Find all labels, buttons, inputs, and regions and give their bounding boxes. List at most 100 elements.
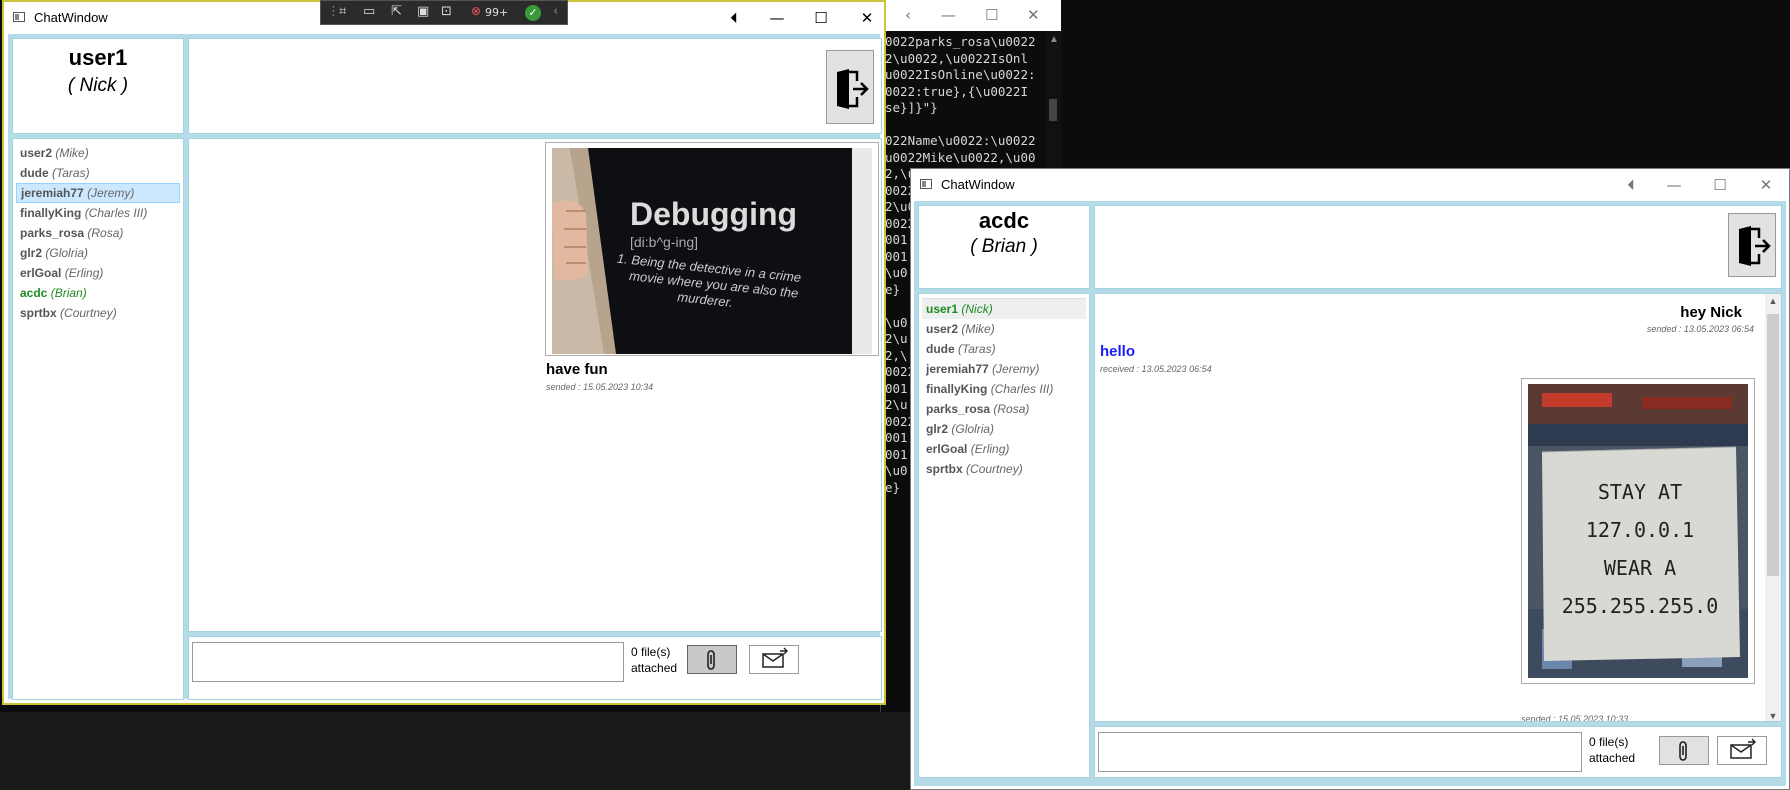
attached-files-count: 0 file(s)	[631, 645, 671, 659]
user-list-item[interactable]: parks_rosa (Rosa)	[16, 223, 180, 243]
user-list-item[interactable]: dude (Taras)	[922, 339, 1086, 359]
user-list-item[interactable]: glr2 (Glolria)	[16, 243, 180, 263]
send-button[interactable]	[1717, 736, 1767, 765]
messages-panel[interactable]: hey Nick sended : 13.05.2023 06:54 hello…	[1094, 293, 1782, 722]
compose-panel: 0 file(s) attached	[188, 636, 882, 700]
user-login: parks_rosa	[20, 226, 85, 240]
paperclip-icon	[707, 650, 715, 670]
logout-button[interactable]	[826, 50, 874, 124]
close-button[interactable]: ✕	[850, 6, 884, 30]
user-list-item[interactable]: erlGoal (Erling)	[922, 439, 1086, 459]
scroll-up-icon[interactable]: ▲	[1765, 296, 1781, 306]
console-line: 0022parks_rosa\u0022	[885, 34, 1036, 49]
send-mail-icon	[1730, 738, 1756, 759]
messages-panel[interactable]: Debugging [di:b^g-ing] 1. Being the dete…	[188, 138, 882, 632]
maximize-button[interactable]: ☐	[804, 6, 838, 30]
send-button[interactable]	[749, 645, 799, 674]
binding-failures-count: 99+	[485, 6, 509, 19]
attached-image[interactable]: Debugging [di:b^g-ing] 1. Being the dete…	[545, 142, 879, 356]
user-display-name: (Taras)	[52, 166, 90, 180]
user-list-item[interactable]: user2 (Mike)	[922, 319, 1086, 339]
message-input[interactable]	[192, 642, 624, 682]
user-list: user2 (Mike) dude (Taras) jeremiah77 (Jere…	[16, 143, 180, 323]
user-list-item[interactable]: sprtbx (Courtney)	[922, 459, 1086, 479]
scroll-up-icon[interactable]: ▲	[1049, 34, 1059, 45]
user-list-item[interactable]: dude (Taras)	[16, 163, 180, 183]
collapse-toolbar-icon[interactable]: ‹	[553, 4, 558, 19]
chat-window-acdc: ChatWindow ⏴ — ☐ ✕ acdc ( Brian ) user1 …	[910, 168, 1790, 790]
user-list-item[interactable]: jeremiah77 (Jeremy)	[16, 183, 180, 203]
binding-failures-icon[interactable]: ⊗	[471, 4, 481, 18]
received-message-timestamp: received : 13.05.2023 06:54	[1100, 364, 1212, 374]
user-login: user2	[20, 146, 53, 160]
sent-message-text: hey Nick	[1680, 304, 1742, 321]
sent-message-timestamp: sended : 13.05.2023 06:54	[1646, 324, 1754, 334]
user-display-name: (Jeremy)	[87, 186, 135, 200]
close-button[interactable]: ✕	[1749, 173, 1783, 197]
image-title-text: Debugging	[630, 196, 797, 232]
paperclip-icon	[1679, 741, 1687, 761]
user-login: dude	[926, 342, 955, 356]
messages-scroll-thumb[interactable]	[1767, 314, 1779, 576]
console-back-icon[interactable]: ‹	[905, 6, 911, 24]
user-list: user1 (Nick) user2 (Mike) dude (Taras) jere…	[922, 298, 1086, 479]
select-element-icon[interactable]: ⌗	[339, 4, 346, 19]
window-title: ChatWindow	[941, 177, 1015, 192]
attached-files-status: 0 file(s) attached	[1589, 734, 1635, 766]
user-list-panel: user2 (Mike) dude (Taras) jeremiah77 (Jere…	[12, 138, 184, 700]
record-icon[interactable]: ▭	[363, 4, 375, 19]
user-display-name: (Glolria)	[951, 422, 995, 436]
user-list-item[interactable]: user1 (Nick)	[922, 298, 1086, 319]
received-message-text: hello	[1100, 343, 1136, 360]
user-login: user2	[926, 322, 959, 336]
user-list-item[interactable]: parks_rosa (Rosa)	[922, 399, 1086, 419]
user-list-item[interactable]: glr2 (Glolria)	[922, 419, 1086, 439]
user-list-item[interactable]: jeremiah77 (Jeremy)	[922, 359, 1086, 379]
logout-button[interactable]	[1728, 213, 1776, 277]
sign-line-1: STAY AT	[1598, 480, 1682, 504]
header-panel	[1094, 205, 1782, 289]
user-display-name: (Brian)	[50, 286, 87, 300]
user-list-item[interactable]: user2 (Mike)	[16, 143, 180, 163]
console-minimize-button[interactable]: —	[941, 6, 956, 24]
sign-line-4: 255.255.255.0	[1562, 594, 1719, 618]
track-focus-icon[interactable]: ⊡	[441, 4, 452, 19]
console-line: se}]}"}	[885, 100, 938, 115]
minimize-button[interactable]: —	[760, 6, 794, 30]
user-login: parks_rosa	[926, 402, 991, 416]
send-mail-icon	[762, 647, 788, 668]
titlebar: ChatWindow ⏴ — ☐ ✕	[911, 169, 1789, 201]
header-panel	[188, 38, 882, 134]
user-login: finallyKing	[926, 382, 988, 396]
debugging-shirt-image: Debugging [di:b^g-ing] 1. Being the dete…	[546, 143, 878, 355]
user-list-item[interactable]: acdc (Brian)	[16, 283, 180, 303]
message-input[interactable]	[1098, 732, 1582, 772]
attached-files-count: 0 file(s)	[1589, 735, 1629, 749]
console-scroll-thumb[interactable]	[1049, 99, 1057, 121]
back-icon[interactable]: ⏴	[1614, 173, 1648, 197]
user-list-item[interactable]: finallyKing (Charles III)	[922, 379, 1086, 399]
window-client: user1 ( Nick ) user2 (Mike) dude (Taras) j…	[8, 34, 882, 700]
user-login: jeremiah77	[21, 186, 84, 200]
maximize-button[interactable]: ☐	[1703, 173, 1737, 197]
attach-file-button[interactable]	[1659, 736, 1709, 765]
user-list-item[interactable]: erlGoal (Erling)	[16, 263, 180, 283]
console-maximize-button[interactable]: ☐	[985, 6, 998, 24]
user-login: finallyKing	[20, 206, 82, 220]
pointer-icon[interactable]: ⇱	[391, 4, 402, 19]
current-user-nick: ( Nick )	[67, 75, 129, 96]
back-icon[interactable]: ⏴	[717, 6, 751, 30]
user-login: dude	[20, 166, 49, 180]
layout-adorner-icon[interactable]: ▣	[417, 4, 429, 19]
sign-line-2: 127.0.0.1	[1586, 518, 1694, 542]
messages-scrollbar[interactable]: ▲ ▼	[1765, 294, 1781, 721]
user-list-item[interactable]: finallyKing (Charles III)	[16, 203, 180, 223]
minimize-button[interactable]: —	[1657, 173, 1691, 197]
attached-image[interactable]: STAY AT 127.0.0.1 WEAR A 255.255.255.0	[1521, 378, 1755, 684]
user-list-item[interactable]: sprtbx (Courtney)	[16, 303, 180, 323]
message-text: have fun	[546, 361, 608, 378]
hot-reload-ok-icon[interactable]: ✓	[525, 5, 541, 21]
scroll-down-icon[interactable]: ▼	[1765, 711, 1781, 721]
console-close-button[interactable]: ✕	[1027, 6, 1040, 24]
attach-file-button[interactable]	[687, 645, 737, 674]
